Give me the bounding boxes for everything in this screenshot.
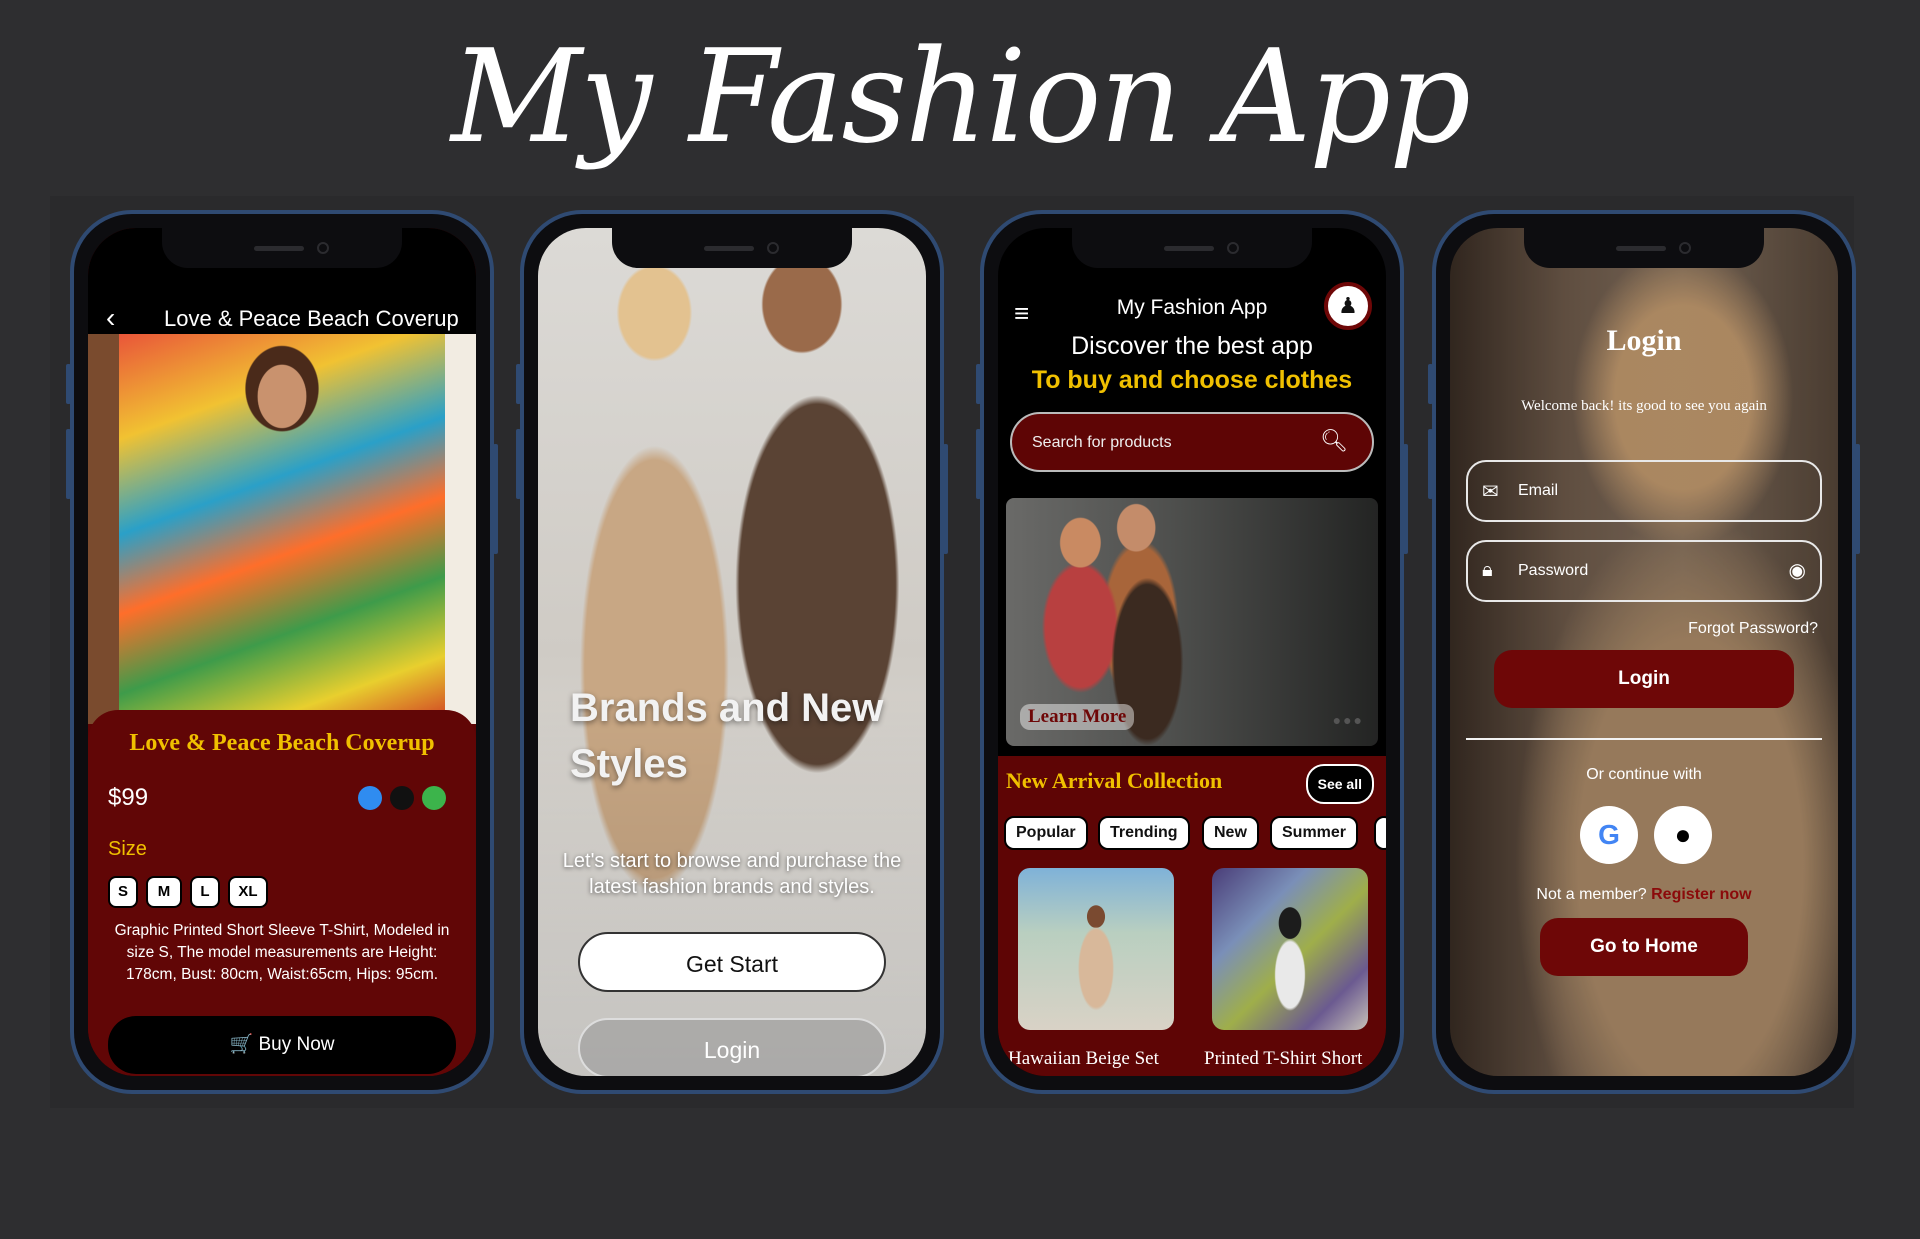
phone-side-button — [1403, 444, 1408, 554]
divider — [1466, 738, 1822, 740]
discover-line-2: To buy and choose clothes — [1031, 366, 1353, 394]
phone-side-button — [1428, 364, 1433, 404]
section-title: New Arrival Collection — [1006, 768, 1223, 793]
color-swatch-black[interactable] — [390, 786, 414, 810]
phone-notch — [1072, 228, 1312, 268]
discover-line-1: Discover the best app — [1071, 332, 1313, 360]
product-image-hawaiian-beige-set[interactable] — [1018, 868, 1174, 1030]
get-start-button[interactable]: Get Start — [578, 932, 886, 992]
see-all-button[interactable]: See all — [1305, 764, 1374, 804]
product-info-card: Love & Peace Beach Coverup $99 Size S M … — [88, 710, 476, 1076]
product-screen: ‹ Love & Peace Beach Coverup Love & Peac… — [88, 228, 476, 1076]
learn-more-button[interactable]: Learn More — [1020, 704, 1135, 730]
login-welcome-text: Welcome back! its good to see you again — [1521, 398, 1767, 414]
banner-title: My Fashion App — [450, 23, 1471, 172]
phone-welcome: Brands and New Styles Let's start to bro… — [516, 210, 948, 1094]
register-now-link[interactable]: Register now — [1651, 886, 1751, 903]
size-option-xl[interactable]: XL — [228, 876, 268, 908]
or-continue-text: Or continue with — [1586, 766, 1702, 783]
buy-now-button[interactable]: 🛒 Buy Now — [108, 1016, 456, 1074]
welcome-screen: Brands and New Styles Let's start to bro… — [538, 228, 926, 1076]
phone-side-button — [943, 444, 948, 554]
password-placeholder: Password — [1518, 562, 1589, 579]
phone-side-button — [516, 429, 521, 499]
phone-side-button — [1428, 429, 1433, 499]
go-to-home-button[interactable]: Go to Home — [1540, 918, 1748, 976]
phone-side-button — [493, 444, 498, 554]
category-chip-new[interactable]: New — [1202, 816, 1259, 850]
product-name-1[interactable]: Hawaiian Beige Set — [1008, 1048, 1188, 1070]
color-swatch-blue[interactable] — [358, 786, 382, 810]
phone-login: Login Welcome back! its good to see you … — [1428, 210, 1860, 1094]
phone-side-button — [516, 364, 521, 404]
category-chip-more[interactable] — [1374, 816, 1386, 850]
size-option-m[interactable]: M — [146, 876, 182, 908]
size-option-s[interactable]: S — [108, 876, 138, 908]
envelope-icon: ✉ — [1482, 481, 1499, 503]
login-button[interactable]: Login — [1494, 650, 1794, 708]
eye-slash-icon[interactable]: ◉ — [1789, 558, 1806, 583]
register-prompt: Not a member? Register now — [1450, 886, 1838, 904]
phone-product-detail: ‹ Love & Peace Beach Coverup Love & Peac… — [66, 210, 498, 1094]
buy-now-label: Buy Now — [258, 1034, 335, 1055]
lock-icon: 🔒︎ — [1482, 559, 1493, 581]
size-label: Size — [108, 838, 147, 860]
home-screen: ≡ My Fashion App ♟ Discover the best app… — [998, 228, 1386, 1076]
product-name: Love & Peace Beach Coverup — [129, 730, 435, 756]
login-title: Login — [1606, 324, 1682, 357]
password-field[interactable]: 🔒︎ Password ◉ — [1466, 540, 1822, 602]
product-header-title: Love & Peace Beach Coverup — [164, 306, 459, 331]
product-photo — [88, 334, 476, 724]
not-member-text: Not a member? — [1536, 886, 1647, 903]
email-placeholder: Email — [1518, 482, 1559, 499]
couple-avatar-icon[interactable]: ♟ — [1324, 282, 1372, 330]
welcome-heading: Brands and New Styles — [570, 686, 884, 786]
phone-side-button — [976, 364, 981, 404]
product-price: $99 — [108, 784, 149, 811]
chevron-left-icon[interactable]: ‹ — [106, 304, 115, 332]
search-input[interactable]: Search for products 🔍︎ — [1010, 412, 1374, 472]
category-chip-trending[interactable]: Trending — [1098, 816, 1190, 850]
welcome-subtitle: Let's start to browse and purchase the l… — [562, 850, 902, 898]
carousel-dots[interactable]: ●●● — [1333, 712, 1364, 728]
product-name-2[interactable]: Printed T-Shirt Short — [1204, 1048, 1380, 1070]
category-chip-summer[interactable]: Summer — [1270, 816, 1359, 850]
phone-side-button — [66, 429, 71, 499]
phone-notch — [162, 228, 402, 268]
phone-side-button — [66, 364, 71, 404]
apple-icon[interactable]: ● — [1654, 806, 1712, 864]
search-icon[interactable]: 🔍︎ — [1320, 428, 1348, 454]
size-option-l[interactable]: L — [190, 876, 220, 908]
product-description: Graphic Printed Short Sleeve T-Shirt, Mo… — [114, 922, 450, 983]
phone-home: ≡ My Fashion App ♟ Discover the best app… — [976, 210, 1408, 1094]
google-icon[interactable]: G — [1580, 806, 1638, 864]
product-image-printed-tshirt-short[interactable] — [1212, 868, 1368, 1030]
phone-notch — [612, 228, 852, 268]
forgot-password-link[interactable]: Forgot Password? — [1688, 620, 1818, 638]
new-arrival-panel: New Arrival Collection See all Popular T… — [998, 756, 1386, 1076]
search-placeholder: Search for products — [1032, 434, 1172, 451]
login-screen: Login Welcome back! its good to see you … — [1450, 228, 1838, 1076]
color-swatch-green[interactable] — [422, 786, 446, 810]
phone-side-button — [1855, 444, 1860, 554]
category-chip-popular[interactable]: Popular — [1004, 816, 1088, 850]
cart-icon: 🛒 — [229, 1034, 254, 1055]
phone-side-button — [976, 429, 981, 499]
phone-notch — [1524, 228, 1764, 268]
welcome-login-button[interactable]: Login — [578, 1018, 886, 1076]
email-field[interactable]: ✉ Email — [1466, 460, 1822, 522]
